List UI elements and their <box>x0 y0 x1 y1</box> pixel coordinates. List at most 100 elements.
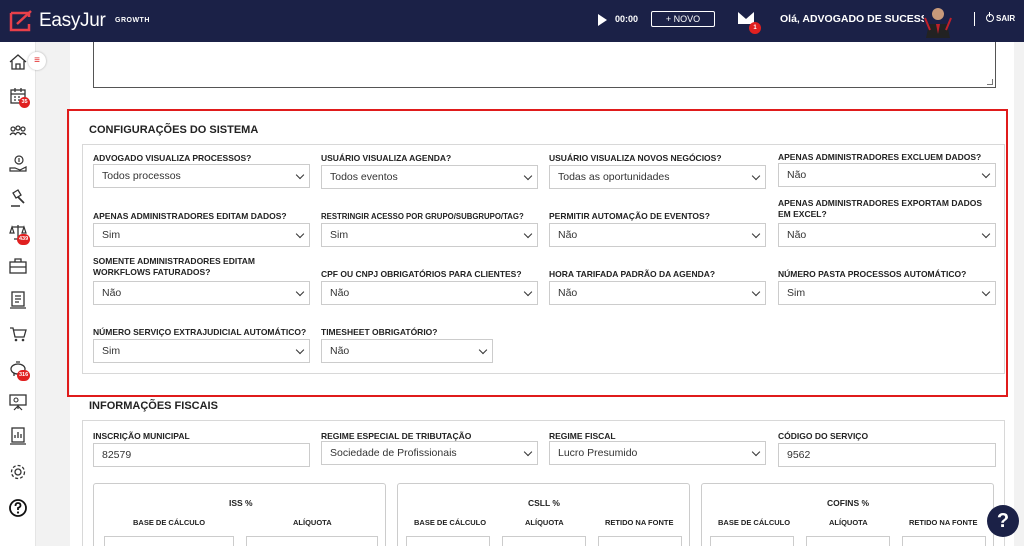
iss-base-input[interactable] <box>104 536 234 546</box>
select-value: Não <box>787 169 807 181</box>
menu-toggle-button[interactable]: ≡ <box>28 52 46 70</box>
chevron-down-icon <box>523 287 533 297</box>
csll-base-input[interactable] <box>406 536 490 546</box>
field-label: ADVOGADO VISUALIZA PROCESSOS? <box>93 153 252 163</box>
codigo-servico-input[interactable]: 9562 <box>778 443 996 467</box>
avatar[interactable] <box>924 4 952 38</box>
usuario-negocios-select[interactable]: Todas as oportunidades <box>549 165 766 189</box>
inscricao-municipal-input[interactable]: 82579 <box>93 443 310 467</box>
document-icon[interactable] <box>8 290 28 310</box>
help-circle-icon[interactable] <box>8 498 28 518</box>
logout-link[interactable]: SAIR <box>996 14 1015 23</box>
workflows-faturados-select[interactable]: Não <box>93 281 310 305</box>
tax-column-header: BASE DE CÁLCULO <box>133 518 206 527</box>
config-section-title: CONFIGURAÇÕES DO SISTEMA <box>89 124 259 136</box>
field-label: PERMITIR AUTOMAÇÃO DE EVENTOS? <box>549 211 710 221</box>
iss-box: ISS % BASE DE CÁLCULO ALÍQUOTA <box>93 483 386 546</box>
automacao-eventos-select[interactable]: Não <box>549 223 766 247</box>
chevron-down-icon <box>295 229 305 239</box>
timer: 00:00 <box>615 14 639 24</box>
select-value: Não <box>330 345 350 357</box>
help-button[interactable]: ? <box>987 505 1019 537</box>
play-icon[interactable] <box>598 14 607 26</box>
chevron-down-icon <box>751 171 761 181</box>
advogado-visualiza-select[interactable]: Todos processos <box>93 164 310 188</box>
presentation-icon[interactable] <box>8 392 28 412</box>
tax-title: CSLL % <box>528 498 560 508</box>
csll-retido-input[interactable] <box>598 536 682 546</box>
briefcase-icon[interactable] <box>8 256 28 276</box>
select-value: Não <box>330 287 350 299</box>
cart-icon[interactable] <box>8 324 28 344</box>
select-value: Sociedade de Profissionais <box>330 447 457 459</box>
servico-extrajudicial-select[interactable]: Sim <box>93 339 310 363</box>
csll-aliquota-input[interactable] <box>502 536 586 546</box>
select-value: Sim <box>102 345 121 357</box>
people-icon[interactable] <box>8 120 28 140</box>
chevron-down-icon <box>751 229 761 239</box>
select-value: Lucro Presumido <box>558 447 638 459</box>
gear-icon[interactable] <box>8 462 28 482</box>
admin-editam-select[interactable]: Sim <box>93 223 310 247</box>
user-greeting[interactable]: Olá, ADVOGADO DE SUCESSO <box>780 13 936 25</box>
select-value: Todas as oportunidades <box>558 171 670 183</box>
resize-grip-icon[interactable] <box>987 79 993 85</box>
regime-especial-select[interactable]: Sociedade de Profissionais <box>321 441 538 465</box>
scales-badge: 439 <box>17 234 31 245</box>
hora-tarifada-select[interactable]: Não <box>549 281 766 305</box>
field-label: APENAS ADMINISTRADORES EXPORTAM DADOS EM… <box>778 198 983 219</box>
chevron-down-icon <box>751 447 761 457</box>
csll-box: CSLL % BASE DE CÁLCULO ALÍQUOTA RETIDO N… <box>397 483 690 546</box>
usuario-agenda-select[interactable]: Todos eventos <box>321 165 538 189</box>
chevron-down-icon <box>523 171 533 181</box>
logo-text: EasyJur <box>39 10 106 31</box>
cpf-cnpj-select[interactable]: Não <box>321 281 538 305</box>
money-hand-icon[interactable] <box>8 154 28 174</box>
report-icon[interactable] <box>8 426 28 446</box>
select-value: Todos processos <box>102 170 181 182</box>
chevron-down-icon <box>295 345 305 355</box>
admin-excluem-select[interactable]: Não <box>778 163 996 187</box>
tax-column-header: BASE DE CÁLCULO <box>414 518 487 527</box>
novo-button[interactable]: + NOVO <box>651 11 715 27</box>
chevron-down-icon <box>981 287 991 297</box>
fiscal-section-title: INFORMAÇÕES FISCAIS <box>89 400 218 412</box>
calendar-badge: 35 <box>19 97 30 108</box>
home-icon[interactable] <box>8 52 28 72</box>
logo-subtitle: GROWTH <box>115 17 150 24</box>
select-value: Não <box>787 229 807 241</box>
field-label: APENAS ADMINISTRADORES EDITAM DADOS? <box>93 211 287 221</box>
cofins-base-input[interactable] <box>710 536 794 546</box>
power-icon[interactable] <box>986 12 994 22</box>
select-value: Não <box>102 287 122 299</box>
chevron-down-icon <box>523 229 533 239</box>
chevron-down-icon <box>751 287 761 297</box>
restringir-acesso-select[interactable]: Sim <box>321 223 538 247</box>
admin-exportam-select[interactable]: Não <box>778 223 996 247</box>
mail-badge: 1 <box>749 22 761 34</box>
tax-column-header: ALÍQUOTA <box>525 518 564 527</box>
numero-pasta-select[interactable]: Sim <box>778 281 996 305</box>
field-label: USUÁRIO VISUALIZA AGENDA? <box>321 153 452 163</box>
field-label: TIMESHEET OBRIGATÓRIO? <box>321 327 438 337</box>
chevron-down-icon <box>478 345 488 355</box>
field-label: RESTRINGIR ACESSO POR GRUPO/SUBGRUPO/TAG… <box>321 212 524 221</box>
field-label: NÚMERO SERVIÇO EXTRAJUDICIAL AUTOMÁTICO? <box>93 327 307 337</box>
observations-textarea[interactable] <box>93 42 996 88</box>
chevron-down-icon <box>523 447 533 457</box>
chevron-down-icon <box>295 170 305 180</box>
chevron-down-icon <box>981 169 991 179</box>
gavel-icon[interactable] <box>8 188 28 208</box>
regime-fiscal-select[interactable]: Lucro Presumido <box>549 441 766 465</box>
timesheet-select[interactable]: Não <box>321 339 493 363</box>
cofins-box: COFINS % BASE DE CÁLCULO ALÍQUOTA RETIDO… <box>701 483 994 546</box>
select-value: Não <box>558 229 578 241</box>
iss-aliquota-input[interactable] <box>246 536 378 546</box>
tax-column-header: ALÍQUOTA <box>293 518 332 527</box>
tax-column-header: BASE DE CÁLCULO <box>718 518 791 527</box>
cofins-retido-input[interactable] <box>902 536 986 546</box>
logo[interactable]: EasyJur GROWTH <box>6 7 176 35</box>
select-value: Não <box>558 287 578 299</box>
cofins-aliquota-input[interactable] <box>806 536 890 546</box>
chevron-down-icon <box>295 287 305 297</box>
